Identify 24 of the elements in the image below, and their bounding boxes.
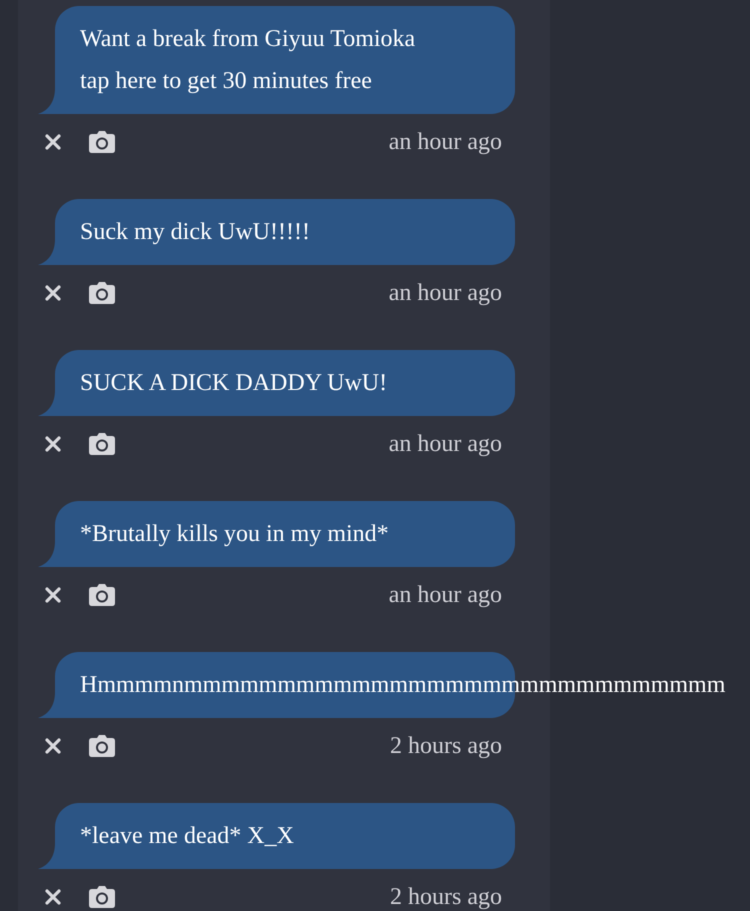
message-text: Hmmmmnmmmmmmmmmmmmmmmmmmmmmmmmmmmmm	[80, 671, 726, 700]
close-icon[interactable]	[44, 435, 62, 453]
timestamp: an hour ago	[388, 280, 502, 306]
camera-icon[interactable]	[89, 584, 115, 606]
camera-icon[interactable]	[89, 433, 115, 455]
message-text: Want a break from Giyuu Tomioka tap here to get 30 minutes free	[80, 25, 416, 96]
close-icon[interactable]	[44, 284, 62, 302]
close-icon[interactable]	[44, 586, 62, 604]
camera-icon[interactable]	[89, 886, 115, 908]
camera-icon[interactable]	[89, 282, 115, 304]
message-text: *Brutally kills you in my mind*	[80, 520, 389, 549]
timestamp: an hour ago	[388, 128, 502, 156]
message-text: *leave me dead* X_X	[80, 822, 294, 851]
timestamp: 2 hours ago	[390, 884, 502, 910]
camera-icon[interactable]	[89, 735, 115, 757]
close-icon[interactable]	[44, 737, 62, 755]
close-icon[interactable]	[44, 133, 62, 151]
message-text: Suck my dick UwU!!!!!	[80, 218, 310, 247]
timestamp: 2 hours ago	[390, 732, 502, 760]
timestamp: an hour ago	[388, 430, 502, 458]
timestamp: an hour ago	[388, 582, 502, 608]
close-icon[interactable]	[44, 888, 62, 906]
message-text: SUCK A DICK DADDY UwU!	[80, 369, 388, 398]
camera-icon[interactable]	[89, 131, 115, 153]
